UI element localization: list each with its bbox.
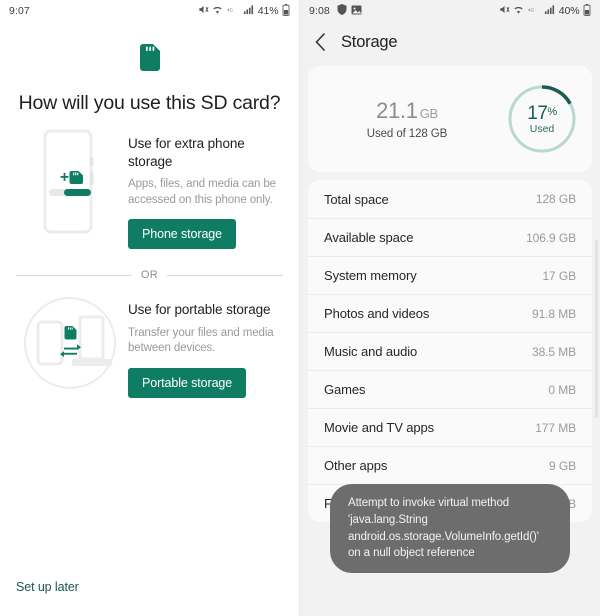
- storage-row[interactable]: Total space 128 GB: [308, 180, 592, 218]
- storage-row-label: Total space: [324, 191, 389, 207]
- lte-icon: 4G: [528, 5, 541, 17]
- option-description: Transfer your files and media between de…: [128, 326, 274, 355]
- storage-used-block: 21.1 GB Used of 128 GB: [312, 98, 496, 140]
- battery-icon: [282, 3, 290, 19]
- option-title: Use for extra phone storage: [128, 136, 245, 169]
- sd-card-setup-screen: 9:07 4G 41% How will you use this SD car…: [0, 0, 300, 616]
- used-number: 21.1: [376, 98, 418, 123]
- divider-line-right: [167, 274, 283, 276]
- error-toast: Attempt to invoke virtual method 'java.l…: [330, 484, 570, 573]
- storage-row-value: 0 MB: [548, 382, 576, 397]
- scrollbar[interactable]: [595, 240, 598, 418]
- storage-row-value: 128 GB: [535, 192, 576, 206]
- or-divider: OR: [16, 269, 283, 281]
- mute-icon: [499, 4, 510, 18]
- phone-storage-button[interactable]: Phone storage: [128, 219, 237, 250]
- option-portable-storage: Use for portable storage Transfer your f…: [0, 295, 299, 398]
- storage-row[interactable]: Available space 106.9 GB: [308, 218, 592, 256]
- option-phone-storage: Use for extra phone storage Apps, files,…: [0, 129, 299, 250]
- svg-text:4G: 4G: [227, 8, 234, 13]
- storage-used-of-label: Used of 128 GB: [366, 128, 448, 140]
- storage-row-label: Other apps: [324, 458, 388, 473]
- status-bar-right: 9:08 4G 40%: [300, 0, 600, 22]
- storage-row-value: 106.9 GB: [526, 230, 576, 245]
- status-bar-icons: 4G 40%: [499, 3, 591, 19]
- option-phone-storage-body: Use for extra phone storage Apps, files,…: [126, 129, 285, 250]
- status-bar-notification-icons: [337, 4, 362, 18]
- storage-usage-donut: 17% Used: [496, 82, 588, 156]
- storage-row[interactable]: Movie and TV apps 177 MB: [308, 408, 592, 446]
- battery-percent-label: 41%: [257, 5, 279, 17]
- phone-with-sdcard-illustration: [14, 129, 126, 234]
- dual-screenshot-container: 9:07 4G 41% How will you use this SD car…: [0, 0, 600, 616]
- battery-percent-label: 40%: [558, 5, 580, 17]
- wifi-icon: [513, 4, 524, 18]
- chevron-left-icon[interactable]: [314, 33, 327, 51]
- signal-icon: [544, 4, 555, 18]
- storage-row[interactable]: Photos and videos 91.8 MB: [308, 294, 592, 332]
- image-icon: [351, 5, 362, 18]
- page-title: Storage: [341, 32, 398, 51]
- wifi-icon: [212, 4, 223, 18]
- shield-icon: [337, 4, 347, 18]
- storage-row-label: Available space: [324, 230, 414, 245]
- signal-icon: [243, 4, 254, 18]
- storage-used-amount: 21.1 GB: [318, 98, 496, 124]
- storage-summary: 21.1 GB Used of 128 GB 17% Used: [308, 66, 592, 172]
- status-bar-clock: 9:07: [9, 5, 30, 17]
- portable-storage-button[interactable]: Portable storage: [128, 367, 247, 398]
- option-description: Apps, files, and media can be accessed o…: [128, 178, 276, 206]
- svg-text:4G: 4G: [528, 8, 535, 13]
- storage-row-label: System memory: [324, 268, 417, 283]
- storage-summary-card: 21.1 GB Used of 128 GB 17% Used: [308, 66, 592, 172]
- mute-icon: [198, 4, 209, 18]
- divider-label: OR: [140, 269, 159, 282]
- storage-row-value: 9 GB: [549, 458, 576, 473]
- page-title: How will you use this SD card?: [18, 92, 281, 114]
- storage-row-value: 38.5 MB: [532, 344, 576, 359]
- storage-row-value: 91.8 MB: [532, 306, 576, 321]
- storage-breakdown-list: Total space 128 GB Available space 106.9 GB…: [308, 180, 592, 522]
- battery-icon: [583, 3, 591, 19]
- status-bar-clock: 9:08: [309, 5, 330, 17]
- storage-row-label: Games: [324, 382, 366, 397]
- option-portable-storage-body: Use for portable storage Transfer your f…: [126, 295, 285, 398]
- storage-row-value: 177 MB: [535, 420, 576, 435]
- storage-row[interactable]: Music and audio 38.5 MB: [308, 332, 592, 370]
- donut-chart: [508, 85, 576, 153]
- storage-row[interactable]: Other apps 9 GB: [308, 446, 592, 484]
- status-bar-icons: 4G 41%: [198, 3, 290, 19]
- storage-row[interactable]: System memory 17 GB: [308, 256, 592, 294]
- storage-row-label: Movie and TV apps: [324, 420, 435, 435]
- lte-icon: 4G: [227, 5, 240, 17]
- sd-card-icon: [139, 44, 161, 75]
- storage-row-value: 17 GB: [542, 268, 576, 283]
- divider-line-left: [16, 274, 132, 276]
- option-title: Use for portable storage: [128, 302, 271, 318]
- status-bar-left: 9:07 4G 41%: [0, 0, 299, 22]
- devices-transfer-illustration: [14, 295, 126, 391]
- used-unit: GB: [419, 106, 438, 121]
- storage-settings-screen: 9:08 4G 40% Storage 21.1 GB Used of 128 …: [300, 0, 600, 616]
- storage-row-label: Music and audio: [324, 344, 418, 359]
- storage-row-label: Photos and videos: [324, 306, 430, 321]
- sd-card-hero: [0, 44, 299, 76]
- storage-row[interactable]: Games 0 MB: [308, 370, 592, 408]
- app-bar: Storage: [300, 22, 600, 62]
- set-up-later-link[interactable]: Set up later: [16, 580, 79, 594]
